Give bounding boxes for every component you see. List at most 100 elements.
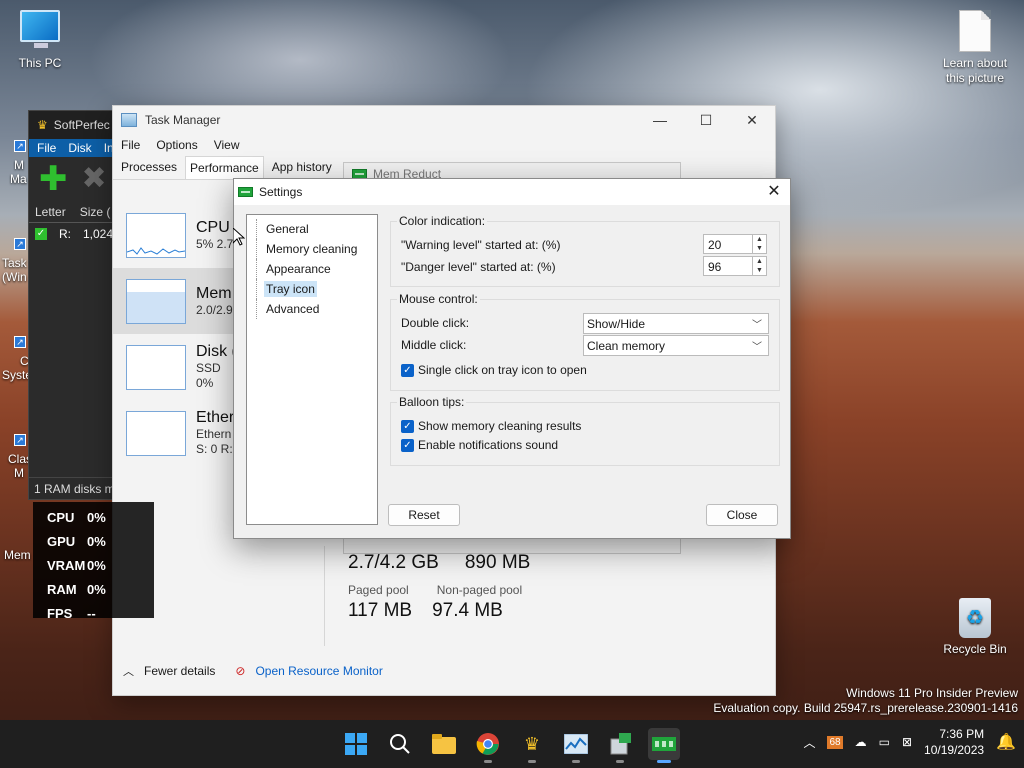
- show-cleaning-results-checkbox[interactable]: ✓ Show memory cleaning results: [401, 419, 581, 433]
- menu-file[interactable]: File: [37, 141, 56, 155]
- shortcut-arrow-icon: ↗: [14, 336, 26, 348]
- perf-item-name: CPU: [196, 218, 230, 236]
- overlay-value: 0%: [87, 582, 106, 597]
- menu-options[interactable]: Options: [156, 138, 197, 152]
- settings-dialog[interactable]: Settings ✕ General Memory cleaning Appea…: [233, 178, 791, 539]
- nav-item-memory-cleaning[interactable]: Memory cleaning: [247, 239, 377, 259]
- color-indication-group: Color indication: "Warning level" starte…: [390, 214, 780, 287]
- nav-item-label: Tray icon: [264, 281, 317, 297]
- desktop-icon-learn-about-picture[interactable]: Learn about this picture: [935, 10, 1015, 86]
- screen-icon[interactable]: ▭: [879, 735, 890, 749]
- notifications-sound-checkbox[interactable]: ✓ Enable notifications sound: [401, 438, 558, 452]
- close-button[interactable]: Close: [706, 504, 778, 526]
- running-indicator: [484, 760, 492, 763]
- double-click-select[interactable]: Show/Hide ﹀: [583, 313, 769, 334]
- close-button[interactable]: ✕: [729, 106, 775, 134]
- menu-view[interactable]: View: [214, 138, 240, 152]
- chevron-down-icon: ﹀: [752, 320, 762, 331]
- overlay-value: 0%: [87, 510, 106, 525]
- perf-item-sub: 5% 2.7: [196, 236, 234, 251]
- settings-titlebar[interactable]: Settings: [234, 179, 790, 205]
- tray-badge-icon[interactable]: 68: [827, 735, 843, 749]
- desktop-icon-this-pc[interactable]: This PC: [0, 10, 80, 70]
- recycle-bin-icon: ♻: [959, 598, 991, 638]
- overlay-key: FPS: [47, 606, 73, 621]
- search-icon[interactable]: [384, 728, 416, 760]
- nav-item-general[interactable]: General: [247, 219, 377, 239]
- notification-bell-icon[interactable]: 🔔: [996, 732, 1016, 752]
- cpu-graph-line: [126, 246, 186, 255]
- tab-processes[interactable]: Processes: [117, 156, 181, 179]
- tab-app-history[interactable]: App history: [268, 156, 336, 179]
- checkmark-icon: ✓: [35, 228, 47, 240]
- warning-level-stepper[interactable]: 20 ▲ ▼: [703, 234, 767, 254]
- open-resource-monitor-link[interactable]: Open Resource Monitor: [255, 664, 382, 678]
- reset-button[interactable]: Reset: [388, 504, 460, 526]
- tab-performance[interactable]: Performance: [185, 156, 264, 179]
- chevron-up-icon[interactable]: ︿: [123, 663, 134, 679]
- nav-item-tray-icon[interactable]: Tray icon: [247, 279, 377, 299]
- softperfect-titlebar[interactable]: ♛ SoftPerfec: [29, 111, 117, 139]
- middle-click-label: Middle click:: [401, 338, 467, 352]
- nav-item-label: Appearance: [266, 262, 331, 276]
- desktop-label-peek: M: [14, 158, 24, 172]
- close-icon[interactable]: ✕: [764, 181, 784, 201]
- column-letter[interactable]: Letter: [35, 205, 66, 219]
- shortcut-arrow-icon: ↗: [14, 434, 26, 446]
- perf-item-sub: 0%: [196, 376, 214, 390]
- perf-item-sub: 2.0/2.9: [196, 302, 233, 317]
- recycle-tool-taskbar-icon[interactable]: [604, 728, 636, 763]
- add-disk-icon[interactable]: ✚: [39, 162, 68, 196]
- table-row[interactable]: ✓ R: 1,024: [29, 223, 117, 245]
- nonpaged-pool-value: 97.4 MB: [432, 600, 503, 621]
- shortcut-arrow-icon: ↗: [14, 140, 26, 152]
- overlay-key: GPU: [47, 534, 76, 549]
- overlay-value: 0%: [87, 558, 106, 573]
- overlay-value: 0%: [87, 534, 106, 549]
- clock[interactable]: 7:36 PM 10/19/2023: [924, 726, 984, 758]
- desktop-icon-recycle-bin[interactable]: ♻ Recycle Bin: [935, 598, 1015, 656]
- group-title: Mouse control:: [397, 292, 480, 306]
- task-manager-icon: [121, 113, 137, 127]
- danger-level-stepper[interactable]: 96 ▲ ▼: [703, 256, 767, 276]
- softperfect-window[interactable]: ♛ SoftPerfec File Disk In ✚ ✖ Letter Siz…: [28, 110, 118, 500]
- chrome-icon[interactable]: [472, 728, 504, 763]
- start-button[interactable]: [340, 728, 372, 760]
- column-size[interactable]: Size (: [80, 205, 111, 219]
- onedrive-icon[interactable]: ☁: [855, 735, 867, 749]
- middle-click-select[interactable]: Clean memory ﹀: [583, 335, 769, 356]
- window-title: Task Manager: [145, 113, 221, 127]
- fewer-details-link[interactable]: Fewer details: [144, 664, 215, 678]
- stepper-arrows-icon[interactable]: ▲ ▼: [752, 235, 766, 253]
- overlay-key: VRAM: [47, 558, 86, 573]
- network-icon[interactable]: ⊠: [902, 735, 912, 749]
- running-indicator: [528, 760, 536, 763]
- nav-item-advanced[interactable]: Advanced: [247, 299, 377, 319]
- nav-item-appearance[interactable]: Appearance: [247, 259, 377, 279]
- file-explorer-icon[interactable]: [428, 728, 460, 760]
- mem-reduct-taskbar-icon[interactable]: [648, 728, 680, 763]
- menu-file[interactable]: File: [121, 138, 140, 152]
- memory-graph: [126, 278, 186, 324]
- minimize-button[interactable]: —: [637, 106, 683, 134]
- single-click-checkbox[interactable]: ✓ Single click on tray icon to open: [401, 363, 587, 377]
- softperfect-taskbar-icon[interactable]: ♛: [516, 728, 548, 763]
- remove-disk-icon[interactable]: ✖: [82, 164, 107, 194]
- in-use-value: 2.7/4.2 GB: [348, 552, 439, 573]
- perf-item-sub: SSD: [196, 361, 221, 375]
- maximize-button[interactable]: ☐: [683, 106, 729, 134]
- balloon-tips-group: Balloon tips: ✓ Show memory cleaning res…: [390, 395, 780, 466]
- computer-icon: [20, 10, 60, 48]
- desktop-icon-label: Recycle Bin: [943, 642, 1007, 656]
- task-manager-taskbar-icon[interactable]: [560, 728, 592, 763]
- mouse-control-group: Mouse control: Double click: Show/Hide ﹀…: [390, 292, 780, 391]
- chevron-down-icon: ﹀: [752, 342, 762, 353]
- clock-time: 7:36 PM: [939, 727, 985, 741]
- chevron-up-icon[interactable]: ︿: [803, 734, 815, 751]
- stepper-arrows-icon[interactable]: ▲ ▼: [752, 257, 766, 275]
- ram-icon: [238, 187, 253, 197]
- menu-disk[interactable]: Disk: [68, 141, 91, 155]
- warning-level-label: "Warning level" started at: (%): [401, 238, 561, 252]
- checkbox-label: Single click on tray icon to open: [418, 363, 587, 377]
- available-value: 890 MB: [464, 552, 531, 573]
